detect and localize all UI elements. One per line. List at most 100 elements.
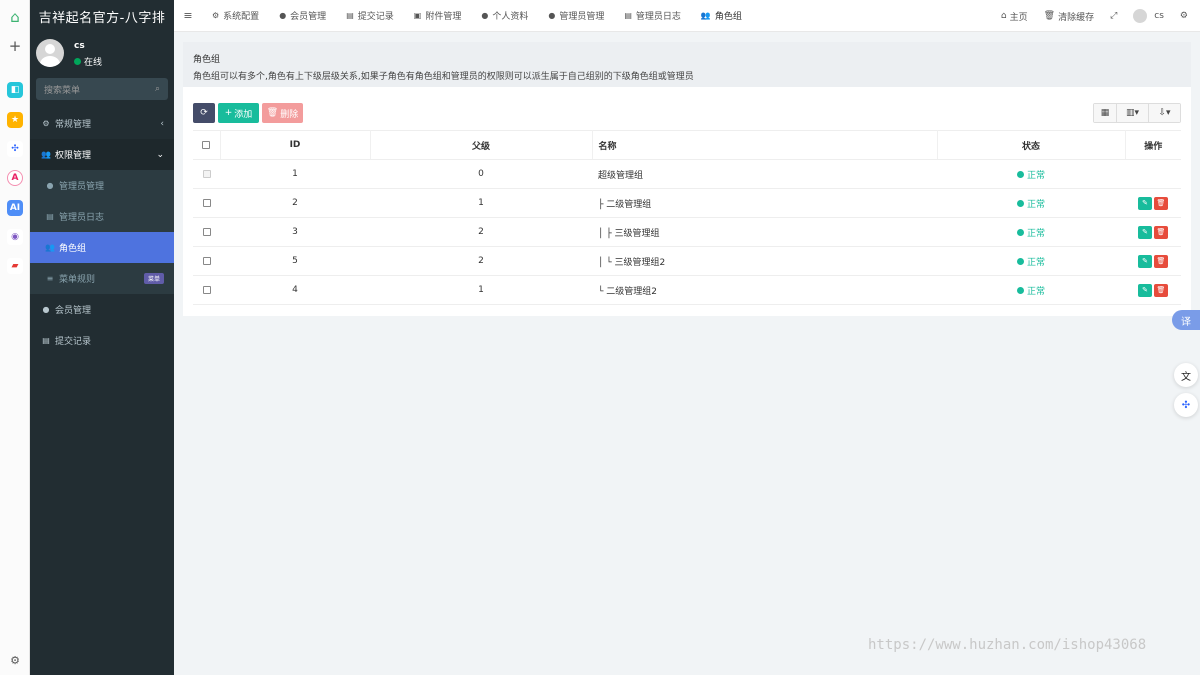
plus-icon: + — [224, 108, 233, 118]
sidebar-item-permission[interactable]: 👥 权限管理 ⌄ — [30, 139, 174, 170]
page-description: 角色组可以有多个,角色有上下级层级关系,如果子角色有角色组和管理员的权限则可以派… — [193, 72, 694, 82]
cell-pid: 1 — [370, 275, 592, 305]
brand-title[interactable]: 吉祥起名官方-八字排 — [30, 0, 174, 32]
user-icon: ● — [481, 11, 489, 20]
sidebar-item-rule[interactable]: ≡ 菜单规则 菜单 — [30, 263, 174, 294]
sidebar-search-input[interactable]: 搜索菜单 ⌕ — [36, 78, 168, 100]
col-operate: 操作 — [1125, 130, 1181, 160]
cell-status: 正常 — [937, 159, 1125, 189]
cell-name: └ 二级管理组2 — [592, 275, 937, 305]
app-icon-1[interactable]: ◧ — [7, 82, 23, 98]
export-button[interactable]: ⇩▾ — [1148, 104, 1180, 122]
select-all-checkbox[interactable] — [193, 130, 221, 160]
row-checkbox[interactable] — [193, 275, 220, 305]
cell-pid: 2 — [370, 217, 592, 247]
cell-operate: ✎ 🗑 — [1125, 275, 1181, 305]
export-icon: ⇩▾ — [1158, 108, 1171, 118]
trash-icon[interactable]: 🗑 — [1154, 254, 1168, 268]
status-dot-icon — [1016, 286, 1024, 294]
cell-operate: ✎ 🗑 — [1125, 188, 1181, 218]
list-icon: ▤ — [346, 11, 354, 20]
col-name[interactable]: 名称 — [592, 130, 938, 160]
cell-operate — [1125, 159, 1181, 189]
fullscreen-icon[interactable]: ⤢ — [1110, 11, 1117, 21]
tab-admin[interactable]: ● 管理员管理 — [538, 0, 614, 32]
toggle-view-button[interactable]: ▦ — [1094, 104, 1116, 122]
col-status[interactable]: 状态 — [937, 130, 1126, 160]
tab-adminlog[interactable]: ▤ 管理员日志 — [614, 0, 691, 32]
trash-icon[interactable]: 🗑 — [1154, 283, 1168, 297]
cell-id: 5 — [220, 246, 370, 276]
sidebar-item-adminlog[interactable]: ▤ 管理员日志 — [30, 201, 174, 232]
cell-pid: 0 — [370, 159, 592, 189]
trash-icon[interactable]: 🗑 — [1154, 196, 1168, 210]
add-button[interactable]: + 添加 — [218, 103, 259, 123]
search-icon[interactable]: ⌕ — [155, 84, 160, 94]
edit-icon[interactable]: ✎ — [1138, 254, 1152, 268]
ai-app-icon[interactable]: AI — [7, 200, 23, 216]
edit-icon[interactable]: ✎ — [1138, 196, 1152, 210]
bot-app-icon[interactable]: ◉ — [7, 229, 23, 245]
user-icon: ● — [548, 11, 556, 20]
sidebar-item-admin[interactable]: ● 管理员管理 — [30, 170, 174, 201]
row-checkbox[interactable] — [193, 217, 220, 247]
clear-cache-button[interactable]: 🗑 清除缓存 — [1044, 10, 1094, 23]
status-dot-icon — [1016, 170, 1024, 178]
language-icon[interactable]: 文 — [1174, 363, 1198, 387]
table-icon: ▦ — [1100, 108, 1110, 118]
tab-group[interactable]: 👥 角色组 — [691, 0, 752, 32]
col-pid[interactable]: 父级 — [370, 130, 593, 160]
home-icon[interactable]: ⌂ — [7, 8, 23, 26]
sidebar-item-general[interactable]: ⚙ 常规管理 ‹ — [30, 108, 174, 139]
user-menu[interactable]: cs — [1133, 9, 1164, 23]
star-app-icon[interactable]: ★ — [7, 112, 23, 128]
table-view-buttons: ▦ ▥▾ ⇩▾ — [1093, 103, 1181, 123]
tab-config[interactable]: ⚙ 系统配置 — [202, 0, 269, 32]
columns-button[interactable]: ▥▾ — [1116, 104, 1148, 122]
browser-side-rail: ⌂ + ◧ ★ ✣ A AI ◉ ▰ ⚙ — [0, 0, 30, 675]
cell-name: ├ 二级管理组 — [592, 188, 937, 218]
file-image-icon: ▣ — [413, 11, 422, 20]
cog-icon: ⚙ — [212, 11, 220, 20]
cell-operate: ✎ 🗑 — [1125, 217, 1181, 247]
network-icon[interactable]: ✣ — [1174, 393, 1198, 417]
col-id[interactable]: ID — [220, 130, 371, 160]
delete-button[interactable]: 🗑 删除 — [262, 103, 303, 123]
sidebar-item-member[interactable]: ● 会员管理 — [30, 294, 174, 325]
trash-icon[interactable]: 🗑 — [1154, 225, 1168, 239]
control-sidebar-icon[interactable]: ⚙ — [1180, 11, 1188, 21]
top-navbar: ≡ ⚙ 系统配置 ● 会员管理 ▤ 提交记录 ▣ 附件管理 ● 个人资料 ● 管理员管理 ▤… — [174, 0, 1200, 32]
cell-name: │ ├ 三级管理组 — [592, 217, 937, 247]
trash-icon: 🗑 — [1043, 11, 1056, 21]
gamepad-app-icon[interactable]: ▰ — [7, 258, 23, 274]
ai-ring-app-icon[interactable]: A — [7, 170, 23, 186]
tab-attachment[interactable]: ▣ 附件管理 — [404, 0, 472, 32]
admin-sidebar: 吉祥起名官方-八字排 cs 在线 搜索菜单 ⌕ ⚙ 常规管理 ‹ 👥 权限管理 … — [30, 0, 174, 675]
role-group-table: ID 父级 名称 状态 操作 1 0 超级管理组 正常 2 1 ├ 二级管理组 — [193, 130, 1181, 305]
user-icon: ● — [279, 11, 287, 20]
row-checkbox[interactable] — [193, 246, 220, 276]
plus-icon[interactable]: + — [7, 37, 23, 55]
edit-icon[interactable]: ✎ — [1138, 283, 1152, 297]
tab-member[interactable]: ● 会员管理 — [269, 0, 336, 32]
tab-profile[interactable]: ● 个人资料 — [471, 0, 538, 32]
translate-button[interactable]: 译 — [1172, 310, 1200, 330]
page-title: 角色组 — [193, 55, 221, 65]
network-app-icon[interactable]: ✣ — [7, 141, 23, 157]
sidebar-item-records[interactable]: ▤ 提交记录 — [30, 325, 174, 356]
status-dot-icon — [1016, 199, 1024, 207]
group-icon: 👥 — [700, 11, 711, 20]
row-checkbox[interactable] — [193, 188, 220, 218]
home-link[interactable]: ⌂ 主页 — [1001, 10, 1028, 23]
sidebar-toggle-icon[interactable]: ≡ — [174, 9, 202, 22]
sidebar-item-group[interactable]: 👥 角色组 — [30, 232, 174, 263]
cell-id: 2 — [220, 188, 370, 218]
refresh-button[interactable]: ⟳ — [193, 103, 215, 123]
cell-status: 正常 — [937, 217, 1125, 247]
settings-gear-icon[interactable]: ⚙ — [7, 652, 23, 668]
panel-heading: 角色组 角色组可以有多个,角色有上下级层级关系,如果子角色有角色组和管理员的权限… — [183, 42, 1191, 87]
main-panel: 角色组 角色组可以有多个,角色有上下级层级关系,如果子角色有角色组和管理员的权限… — [183, 42, 1191, 316]
edit-icon[interactable]: ✎ — [1138, 225, 1152, 239]
tab-records[interactable]: ▤ 提交记录 — [336, 0, 404, 32]
row-checkbox — [193, 159, 220, 189]
